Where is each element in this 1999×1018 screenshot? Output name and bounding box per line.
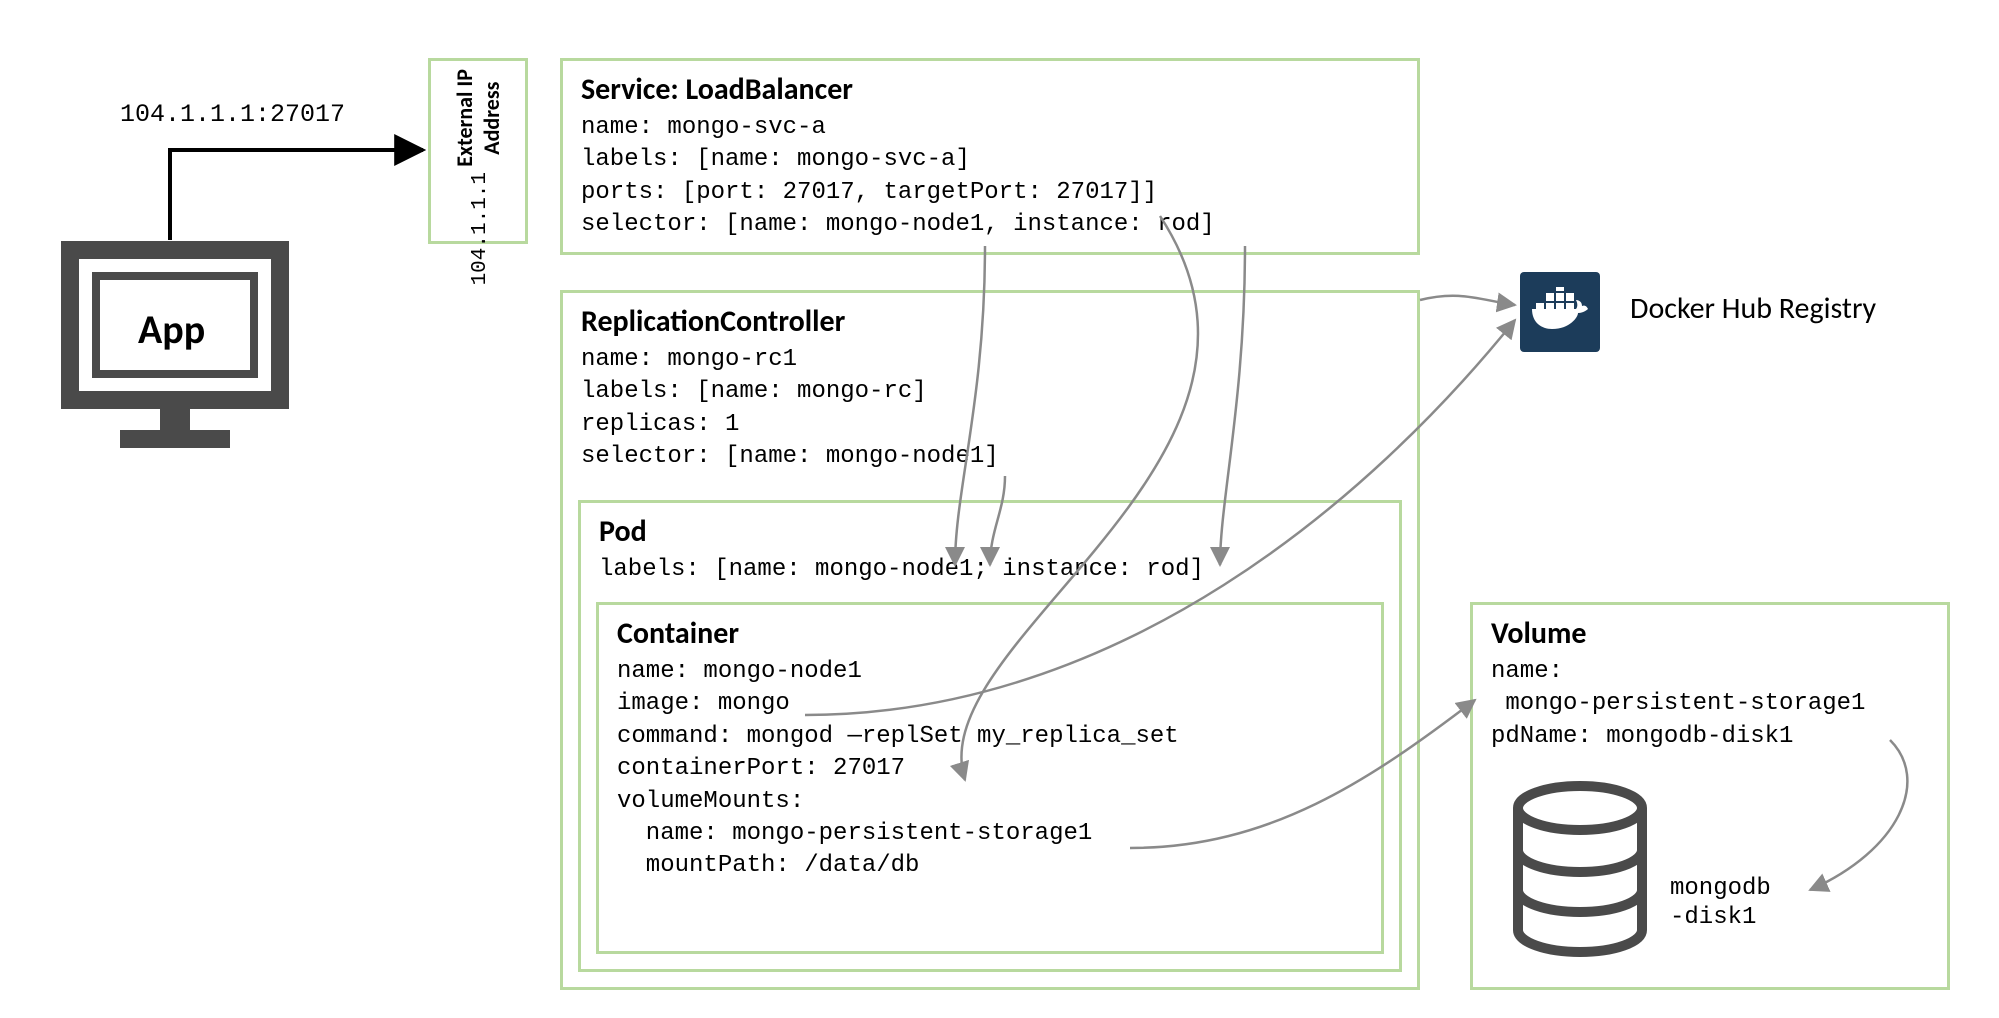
container-box: Container name: mongo-node1 image: mongo…: [596, 602, 1384, 954]
disk-label: mongodb -disk1: [1670, 875, 1771, 933]
external-ip-label: External IP Address: [451, 69, 505, 167]
database-icon: [1505, 780, 1655, 970]
service-box: Service: LoadBalancer name: mongo-svc-a …: [560, 58, 1420, 255]
container-body: name: mongo-node1 image: mongo command: …: [617, 656, 1363, 883]
rc-body: name: mongo-rc1 labels: [name: mongo-rc]…: [581, 344, 1399, 474]
app-label: App: [138, 305, 205, 354]
pod-title: Pod: [599, 513, 1381, 550]
volume-title: Volume: [1491, 615, 1929, 652]
diagram-canvas: App 104.1.1.1:27017 External IP Address …: [20, 20, 1979, 998]
container-title: Container: [617, 615, 1363, 652]
docker-label: Docker Hub Registry: [1630, 290, 1876, 327]
docker-icon: [1520, 272, 1600, 352]
rc-title: ReplicationController: [581, 303, 1399, 340]
external-ip-box: External IP Address 104.1.1.1: [428, 58, 528, 244]
service-title: Service: LoadBalancer: [581, 71, 1399, 108]
volume-body: name: mongo-persistent-storage1 pdName: …: [1491, 656, 1929, 753]
external-ip-value: 104.1.1.1: [469, 172, 492, 285]
service-body: name: mongo-svc-a labels: [name: mongo-s…: [581, 112, 1399, 242]
connection-ip-port: 104.1.1.1:27017: [120, 100, 345, 129]
pod-body: labels: [name: mongo-node1; instance: ro…: [599, 554, 1381, 586]
